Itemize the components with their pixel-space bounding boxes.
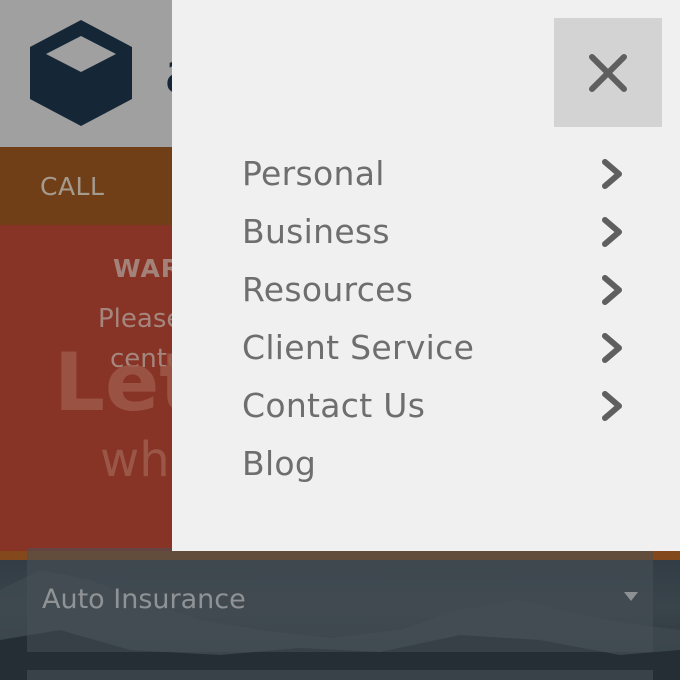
menu-item-label: Resources [242,270,414,309]
menu-item-blog[interactable]: Blog [242,444,632,490]
chevron-right-icon[interactable] [600,390,626,422]
close-icon [589,53,627,92]
menu-item-label: Blog [242,444,317,483]
chevron-right-icon[interactable] [600,332,626,364]
chevron-right-icon[interactable] [600,216,626,248]
menu-item-label: Client Service [242,328,475,367]
menu-item-business[interactable]: Business [242,212,632,258]
chevron-right-icon[interactable] [600,274,626,306]
menu-item-label: Business [242,212,390,251]
menu-item-personal[interactable]: Personal [242,154,632,200]
menu-item-label: Personal [242,154,385,193]
menu-item-client-service[interactable]: Client Service [242,328,632,374]
menu-item-contact-us[interactable]: Contact Us [242,386,632,432]
menu-item-label: Contact Us [242,386,426,425]
menu-item-resources[interactable]: Resources [242,270,632,316]
chevron-right-icon[interactable] [600,158,626,190]
close-menu-button[interactable] [554,18,662,127]
